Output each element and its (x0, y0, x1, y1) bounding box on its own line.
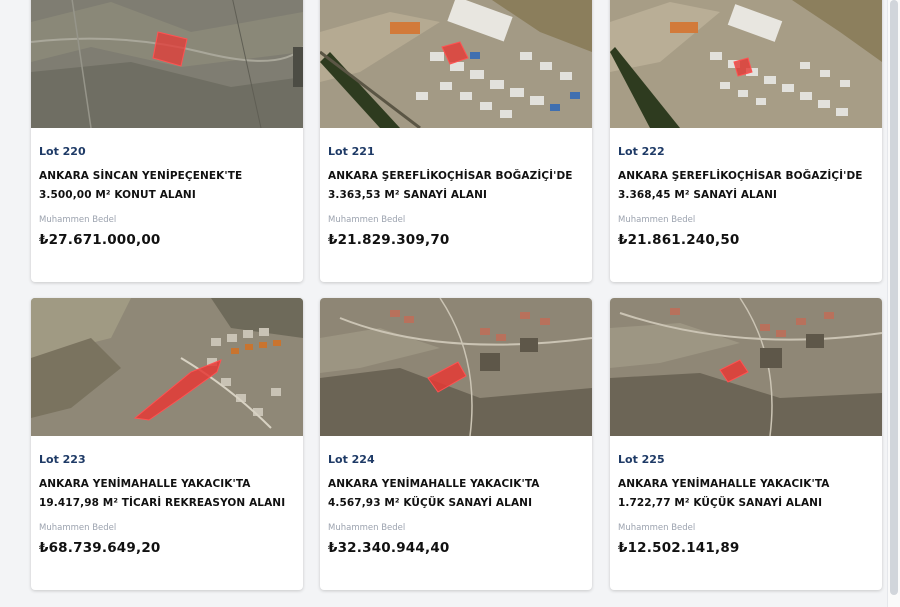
satellite-image (320, 298, 592, 436)
lot-price: ₺68.739.649,20 (39, 540, 161, 556)
lot-price: ₺32.340.944,40 (328, 540, 450, 556)
scrollbar-track[interactable] (887, 0, 900, 607)
satellite-image (31, 0, 303, 128)
lot-title[interactable]: ANKARA ŞEREFLİKOÇHİSAR BOĞAZİÇİ'DE 3.368… (618, 167, 873, 207)
lot-card-222[interactable]: Lot 222 ANKARA ŞEREFLİKOÇHİSAR BOĞAZİÇİ'… (610, 0, 882, 282)
lot-card-223[interactable]: Lot 223 ANKARA YENİMAHALLE YAKACIK'TA 19… (31, 298, 303, 590)
lot-thumbnail[interactable] (610, 0, 882, 128)
lot-thumbnail[interactable] (320, 298, 592, 436)
lot-number: Lot 221 (328, 145, 375, 158)
price-label: Muhammen Bedel (39, 215, 117, 225)
lot-card-224[interactable]: Lot 224 ANKARA YENİMAHALLE YAKACIK'TA 4.… (320, 298, 592, 590)
lot-card-220[interactable]: Lot 220 ANKARA SİNCAN YENİPEÇENEK'TE 3.5… (31, 0, 303, 282)
price-label: Muhammen Bedel (618, 215, 696, 225)
lot-title[interactable]: ANKARA SİNCAN YENİPEÇENEK'TE 3.500,00 M²… (39, 167, 294, 207)
lot-title[interactable]: ANKARA YENİMAHALLE YAKACIK'TA 1.722,77 M… (618, 475, 873, 515)
lot-thumbnail[interactable] (31, 0, 303, 128)
satellite-image (31, 298, 303, 436)
price-label: Muhammen Bedel (328, 215, 406, 225)
price-label: Muhammen Bedel (39, 523, 117, 533)
lot-number: Lot 222 (618, 145, 665, 158)
lot-price: ₺21.829.309,70 (328, 232, 450, 248)
satellite-image (610, 0, 882, 128)
lot-thumbnail[interactable] (320, 0, 592, 128)
lot-thumbnail[interactable] (610, 298, 882, 436)
price-label: Muhammen Bedel (328, 523, 406, 533)
lot-number: Lot 225 (618, 453, 665, 466)
lot-card-221[interactable]: Lot 221 ANKARA ŞEREFLİKOÇHİSAR BOĞAZİÇİ'… (320, 0, 592, 282)
lot-price: ₺21.861.240,50 (618, 232, 740, 248)
lot-title[interactable]: ANKARA ŞEREFLİKOÇHİSAR BOĞAZİÇİ'DE 3.363… (328, 167, 583, 207)
lot-number: Lot 224 (328, 453, 375, 466)
lot-number: Lot 223 (39, 453, 86, 466)
price-label: Muhammen Bedel (618, 523, 696, 533)
scrollbar-thumb[interactable] (890, 0, 898, 595)
satellite-image (320, 0, 592, 128)
lot-thumbnail[interactable] (31, 298, 303, 436)
lot-card-225[interactable]: Lot 225 ANKARA YENİMAHALLE YAKACIK'TA 1.… (610, 298, 882, 590)
lot-grid: Lot 220 ANKARA SİNCAN YENİPEÇENEK'TE 3.5… (0, 0, 900, 607)
lot-number: Lot 220 (39, 145, 86, 158)
lot-price: ₺27.671.000,00 (39, 232, 161, 248)
lot-title[interactable]: ANKARA YENİMAHALLE YAKACIK'TA 4.567,93 M… (328, 475, 583, 515)
lot-title[interactable]: ANKARA YENİMAHALLE YAKACIK'TA 19.417,98 … (39, 475, 294, 515)
lot-price: ₺12.502.141,89 (618, 540, 740, 556)
satellite-image (610, 298, 882, 436)
